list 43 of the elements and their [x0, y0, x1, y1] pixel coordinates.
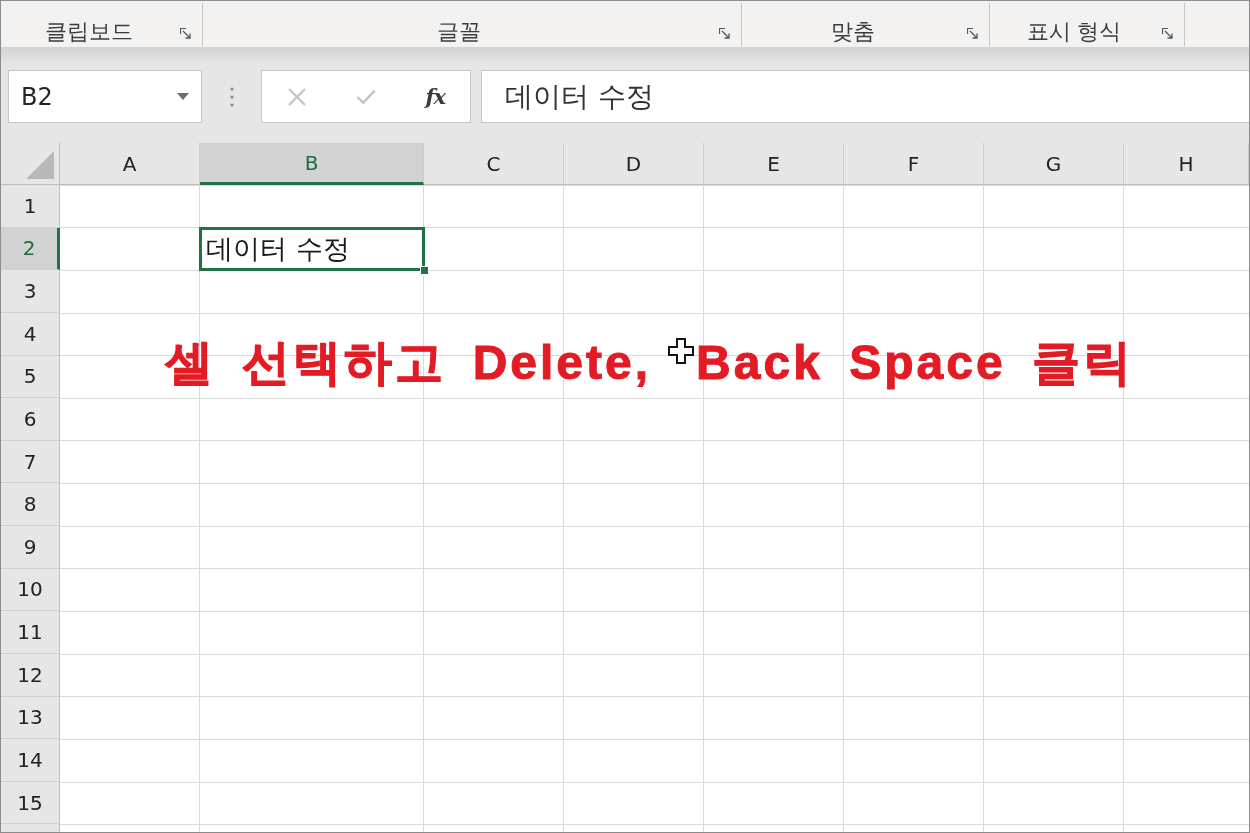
row-header[interactable]: 7: [1, 440, 60, 484]
dialog-launcher-icon[interactable]: [180, 27, 192, 40]
fill-handle[interactable]: [420, 266, 429, 276]
plus-cursor-icon: [668, 338, 695, 364]
row-header[interactable]: 14: [1, 739, 60, 782]
row-header[interactable]: 6: [1, 398, 60, 441]
caret-icon[interactable]: [177, 93, 189, 100]
row-header[interactable]: 8: [1, 483, 60, 526]
column-header[interactable]: A: [60, 143, 200, 185]
row-header[interactable]: 15: [1, 781, 60, 825]
annotation-text: 셀 선택하고 Delete,: [165, 335, 652, 391]
vertical-dots-icon[interactable]: [230, 87, 234, 107]
close-icon: [286, 86, 307, 107]
group-label: 맞춤: [829, 17, 876, 46]
row-header[interactable]: 9: [1, 526, 60, 569]
dialog-launcher-icon[interactable]: [967, 27, 979, 40]
row-header[interactable]: 10: [1, 568, 60, 612]
column-header[interactable]: B: [200, 143, 424, 185]
selected-cell[interactable]: 데이터 수정: [200, 227, 424, 271]
row-header[interactable]: 11: [1, 611, 60, 654]
row-header[interactable]: 13: [1, 696, 60, 740]
column-header[interactable]: D: [564, 143, 704, 185]
name-box[interactable]: B2: [8, 70, 202, 123]
formula-field[interactable]: 데이터 수정: [481, 70, 1249, 123]
triangle-icon: [26, 151, 54, 179]
column-header[interactable]: H: [1124, 143, 1249, 185]
column-header[interactable]: C: [424, 143, 564, 185]
group-label: 표시 형식: [1025, 17, 1123, 46]
group-label: 글꼴: [436, 17, 482, 46]
column-header[interactable]: E: [704, 143, 844, 185]
row-header[interactable]: 4: [1, 312, 60, 356]
row-header[interactable]: 2: [1, 227, 60, 271]
dialog-launcher-icon[interactable]: [719, 27, 731, 40]
row-header[interactable]: 12: [1, 653, 60, 697]
insert-function-button[interactable]: fx: [400, 71, 470, 122]
annotation-text: Back Space 클릭: [696, 335, 1134, 391]
row-header[interactable]: 1: [1, 185, 60, 228]
row-header[interactable]: 3: [1, 270, 60, 313]
column-header[interactable]: G: [984, 143, 1124, 185]
group-label: 클립보드: [43, 17, 134, 46]
row-header[interactable]: 5: [1, 355, 60, 399]
dialog-launcher-icon[interactable]: [1162, 27, 1174, 40]
column-header[interactable]: F: [844, 143, 984, 185]
